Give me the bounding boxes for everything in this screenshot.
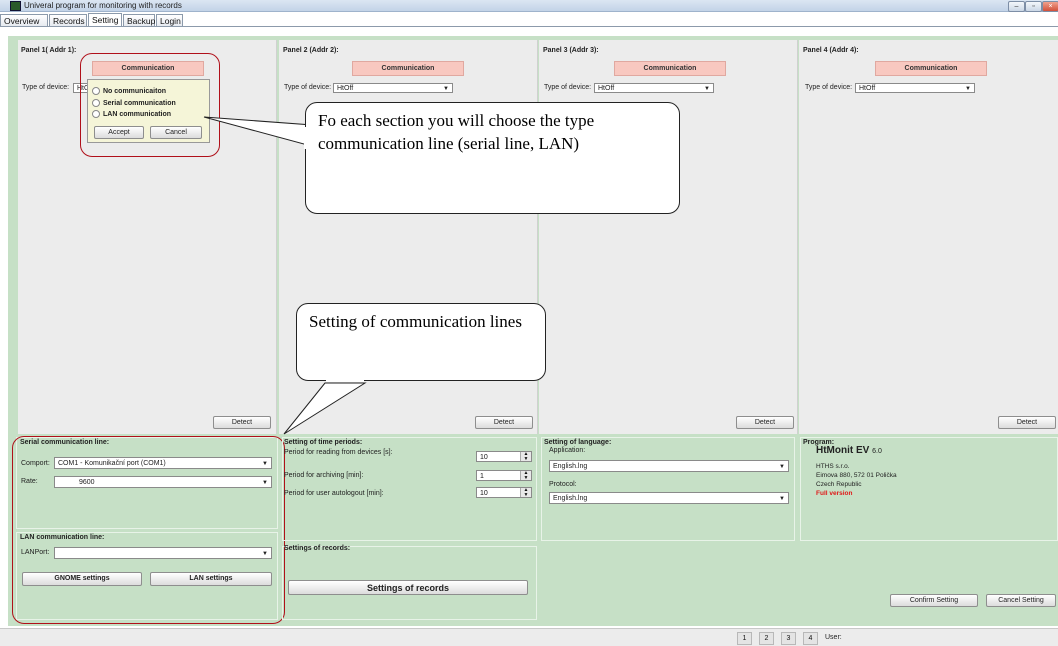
user-label: User: [825,634,842,641]
page-button-4[interactable]: 4 [803,632,818,645]
page-button-3[interactable]: 3 [781,632,796,645]
callout-top-seam [304,127,307,149]
callout-bottom-seam [326,379,364,382]
callout-top-text: Fo each section you will choose the type… [318,111,595,153]
page-button-2[interactable]: 2 [759,632,774,645]
callout-top: Fo each section you will choose the type… [305,102,680,214]
callout-bottom: Setting of communication lines [296,303,546,381]
status-bar [0,628,1058,646]
callout-bottom-pointer [283,382,367,435]
callout-bottom-text: Setting of communication lines [309,312,522,331]
page-button-1[interactable]: 1 [737,632,752,645]
